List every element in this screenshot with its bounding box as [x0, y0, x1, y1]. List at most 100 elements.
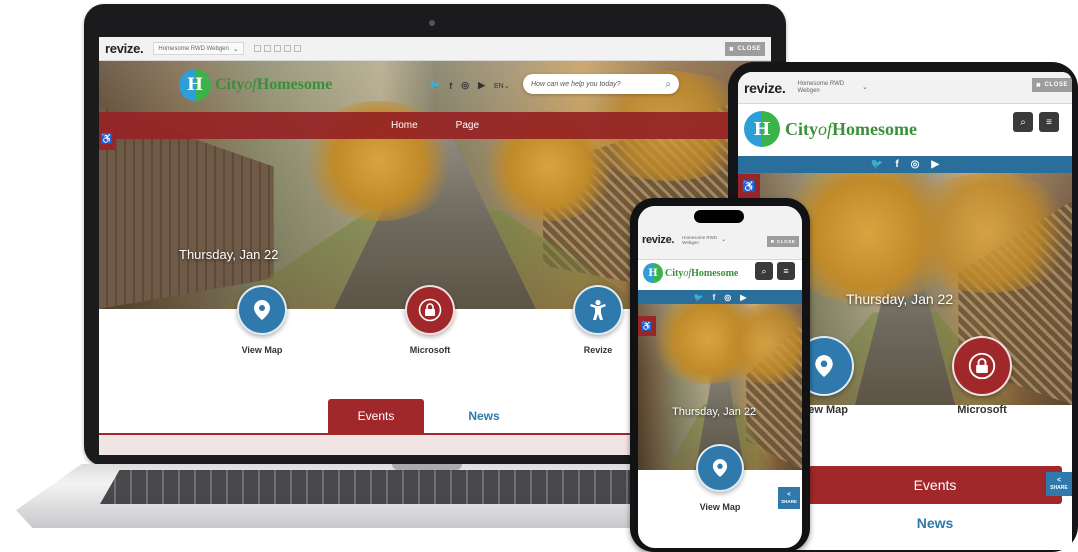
site-selector[interactable]: Homesome RWD Webgen ⌄ — [794, 77, 872, 99]
site-logo[interactable]: H CityofHomesome — [643, 263, 738, 283]
close-label: CLOSE — [737, 46, 762, 52]
admin-tool-icon[interactable] — [253, 45, 261, 52]
admin-tool-icon[interactable] — [283, 45, 291, 52]
logo-wordmark: CityofHomesome — [215, 76, 333, 93]
search-box[interactable]: How can we help you today? ⌕ — [523, 74, 679, 94]
language-selector[interactable]: EN⌄ — [494, 82, 510, 90]
admin-bar: revize. Homesome RWD Webgen ⌄ ✖ CLOSE — [99, 37, 771, 61]
tab-events[interactable]: Events — [328, 399, 424, 433]
chevron-down-icon: ⌄ — [503, 82, 510, 90]
logo-emblem: H — [643, 263, 663, 283]
admin-tools — [253, 45, 301, 52]
revize-label: Revize — [583, 345, 613, 355]
chevron-down-icon: ⌄ — [232, 45, 239, 53]
instagram-icon[interactable]: ◎ — [911, 159, 920, 170]
facebook-icon[interactable]: f — [449, 81, 452, 91]
nav-item-page[interactable]: Page — [456, 120, 479, 131]
device-mockup-stage: revize. Homesome RWD Webgen ⌄ ✖ CLOSE H … — [0, 0, 1078, 552]
search-button[interactable]: ⌕ — [755, 262, 773, 280]
twitter-icon[interactable]: 🐦 — [694, 293, 704, 302]
close-button[interactable]: ✖ CLOSE — [767, 236, 799, 247]
youtube-icon[interactable]: ▶ — [740, 293, 746, 302]
wheelchair-icon[interactable]: ♿ — [638, 316, 656, 336]
logo-emblem: H — [744, 111, 780, 147]
share-button[interactable]: < SHARE — [778, 487, 800, 509]
social-bar: 🐦 f ◎ ▶ — [738, 156, 1072, 173]
laptop-notch — [392, 464, 462, 470]
map-pin-icon — [815, 355, 833, 377]
tab-news[interactable]: News — [808, 510, 1062, 536]
tablet-admin-bar: revize. Homesome RWD Webgen ⌄ ✖ CLOSE — [738, 72, 1072, 104]
lock-icon — [968, 352, 996, 380]
site-logo[interactable]: H CityofHomesome — [179, 69, 332, 101]
social-bar: 🐦 f ◎ ▶ — [638, 290, 802, 304]
person-icon — [590, 299, 606, 320]
menu-button[interactable]: ≡ — [777, 262, 795, 280]
site-selector[interactable]: Homesome RWD Webgen ⌄ — [153, 42, 244, 55]
wheelchair-icon[interactable]: ♿ — [99, 128, 115, 150]
site-logo[interactable]: H CityofHomesome — [744, 111, 917, 147]
close-label: CLOSE — [1044, 82, 1069, 88]
search-icon[interactable]: ⌕ — [665, 79, 671, 90]
view-map-label: View Map — [699, 502, 741, 512]
header-social-links: 🐦 f ◎ ▶ EN⌄ — [429, 80, 510, 91]
microsoft-label: Microsoft — [957, 404, 1007, 416]
map-pin-icon — [254, 300, 270, 320]
twitter-icon[interactable]: 🐦 — [871, 159, 883, 170]
tablet-header: H CityofHomesome ⌕ ≡ — [738, 104, 1072, 156]
close-label: CLOSE — [776, 239, 796, 244]
view-map-button[interactable] — [237, 285, 287, 335]
microsoft-button[interactable] — [952, 336, 1012, 396]
revize-logo: revize. — [105, 41, 144, 56]
phone-header: H CityofHomesome ⌕ ≡ — [638, 260, 802, 290]
main-nav: Home Page — [99, 112, 771, 139]
twitter-icon[interactable]: 🐦 — [429, 80, 440, 91]
logo-emblem: H — [179, 69, 211, 101]
youtube-icon[interactable]: ▶ — [478, 80, 485, 91]
share-icon: < — [1056, 477, 1062, 484]
view-map-button[interactable] — [696, 444, 744, 492]
search-icon: ⌕ — [761, 265, 767, 276]
laptop-camera — [429, 20, 435, 26]
phone-dynamic-island — [694, 210, 744, 223]
search-button[interactable]: ⌕ — [1013, 112, 1033, 132]
hero-date: Thursday, Jan 22 — [672, 406, 757, 418]
revize-logo: revize. — [642, 234, 675, 246]
chevron-down-icon: ⌄ — [862, 84, 868, 91]
nav-item-home[interactable]: Home — [391, 120, 418, 131]
tab-news[interactable]: News — [444, 399, 524, 433]
admin-tool-icon[interactable] — [293, 45, 301, 52]
menu-button[interactable]: ≡ — [1039, 112, 1059, 132]
phone-screen: revize. Homesome RWD Webgen ⌄ ✖ CLOSE H C… — [638, 206, 802, 548]
instagram-icon[interactable]: ◎ — [461, 80, 469, 91]
chevron-down-icon: ⌄ — [721, 236, 727, 243]
hamburger-menu-icon: ≡ — [1046, 116, 1052, 128]
microsoft-label: Microsoft — [409, 345, 451, 355]
hamburger-menu-icon: ≡ — [783, 266, 789, 276]
search-input[interactable]: How can we help you today? — [531, 81, 665, 88]
facebook-icon[interactable]: f — [895, 159, 898, 170]
microsoft-button[interactable] — [405, 285, 455, 335]
hero-date: Thursday, Jan 22 — [846, 291, 954, 307]
lock-icon — [418, 298, 442, 322]
share-button[interactable]: < SHARE — [1046, 472, 1072, 496]
revize-logo: revize. — [744, 79, 786, 96]
wheelchair-icon[interactable]: ♿ — [738, 174, 760, 198]
revize-button[interactable] — [573, 285, 623, 335]
close-icon: ✖ — [1035, 82, 1042, 89]
site-selector[interactable]: Homesome RWD Webgen ⌄ — [678, 235, 730, 245]
instagram-icon[interactable]: ◎ — [724, 293, 731, 302]
logo-wordmark: CityofHomesome — [665, 267, 739, 279]
admin-tool-icon[interactable] — [263, 45, 271, 52]
facebook-icon[interactable]: f — [713, 293, 716, 302]
close-button[interactable]: ✖ CLOSE — [725, 42, 765, 56]
share-icon: < — [787, 492, 791, 498]
view-map-label: View Map — [241, 345, 283, 355]
map-pin-icon — [712, 459, 728, 477]
search-icon: ⌕ — [1020, 116, 1026, 128]
logo-wordmark: CityofHomesome — [785, 118, 917, 139]
tab-events[interactable]: Events — [808, 466, 1062, 504]
close-button[interactable]: ✖ CLOSE — [1032, 78, 1072, 92]
youtube-icon[interactable]: ▶ — [931, 159, 939, 170]
admin-tool-icon[interactable] — [273, 45, 281, 52]
